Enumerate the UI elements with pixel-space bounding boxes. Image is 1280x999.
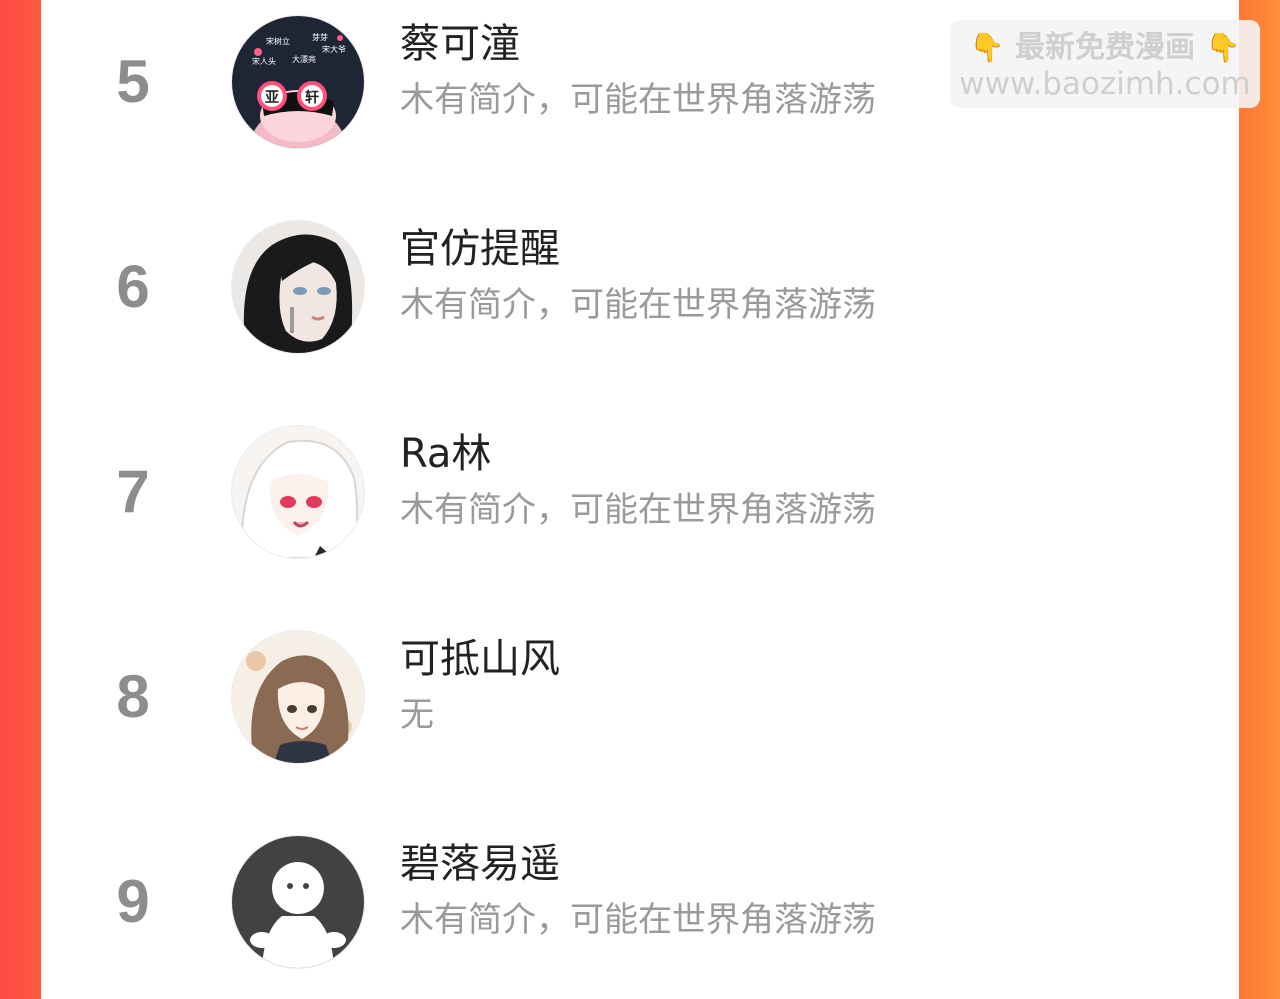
user-avatar[interactable]: [231, 630, 365, 764]
user-bio: 木有简介，可能在世界角落游荡: [400, 285, 876, 325]
ranking-row-7[interactable]: 7 Ra林 木有简介，可能在世界角落游荡: [41, 420, 1239, 580]
ranking-row-8[interactable]: 8 可抵山风 无: [41, 625, 1239, 785]
avatar-tag: 芽芽: [312, 32, 328, 42]
watermark-url: www.baozimh.com: [959, 66, 1251, 102]
brown-hair-girl-avatar-icon: [232, 631, 364, 763]
watermark-title: 最新免费漫画: [1015, 30, 1195, 65]
user-avatar[interactable]: [231, 835, 365, 969]
user-avatar[interactable]: 亚 轩 宋树立 芽芽 宋大爷 宋人头 大漂亮: [231, 15, 365, 149]
rank-number: 5: [116, 48, 150, 115]
user-bio: 木有简介，可能在世界角落游荡: [400, 900, 876, 940]
ranking-row-6[interactable]: 6 官仿提醒 木有简介，可能在世界角落游荡: [41, 215, 1239, 375]
username[interactable]: 蔡可潼: [400, 18, 520, 70]
avatar-tag: 大漂亮: [292, 54, 316, 64]
ranking-row-9[interactable]: 9 碧落易遥 木有简介，可能在世界角落游荡: [41, 830, 1239, 990]
rank-number: 7: [116, 458, 150, 525]
username[interactable]: 官仿提醒: [400, 223, 560, 275]
user-bio: 木有简介，可能在世界角落游荡: [400, 490, 876, 530]
username[interactable]: 碧落易遥: [400, 838, 560, 890]
dark-hair-girl-avatar-icon: [232, 221, 364, 353]
watermark-title-line: 👇 最新免费漫画 👇: [950, 30, 1260, 66]
white-hair-girl-avatar-icon: [232, 426, 364, 558]
username[interactable]: 可抵山风: [400, 633, 560, 685]
rank-number: 9: [116, 868, 150, 935]
site-watermark: 👇 最新免费漫画 👇 www.baozimh.com: [950, 20, 1260, 108]
user-bio: 木有简介，可能在世界角落游荡: [400, 80, 876, 120]
avatar-tag: 宋大爷: [322, 44, 346, 54]
avatar-tag: 宋人头: [252, 56, 276, 66]
rank-number: 6: [116, 253, 150, 320]
avatar-tag: 轩: [305, 89, 319, 106]
user-bio: 无: [400, 695, 434, 735]
ranking-panel: 5 亚 轩 宋树立 芽芽 宋大爷 宋人头 大漂亮 蔡可潼 木有简介，可能在世界角…: [41, 0, 1239, 999]
avatar-tag: 宋树立: [266, 36, 290, 46]
pointing-down-hand-icon: 👇: [969, 31, 1005, 64]
rank-number: 8: [116, 663, 150, 730]
user-avatar[interactable]: [231, 220, 365, 354]
user-avatar[interactable]: [231, 425, 365, 559]
default-user-avatar-icon: [232, 836, 364, 968]
pointing-down-hand-icon: 👇: [1205, 31, 1241, 64]
anime-avatar-icon: 亚 轩 宋树立 芽芽 宋大爷 宋人头 大漂亮: [232, 16, 364, 148]
avatar-tag: 亚: [265, 90, 279, 106]
username[interactable]: Ra林: [400, 428, 491, 480]
